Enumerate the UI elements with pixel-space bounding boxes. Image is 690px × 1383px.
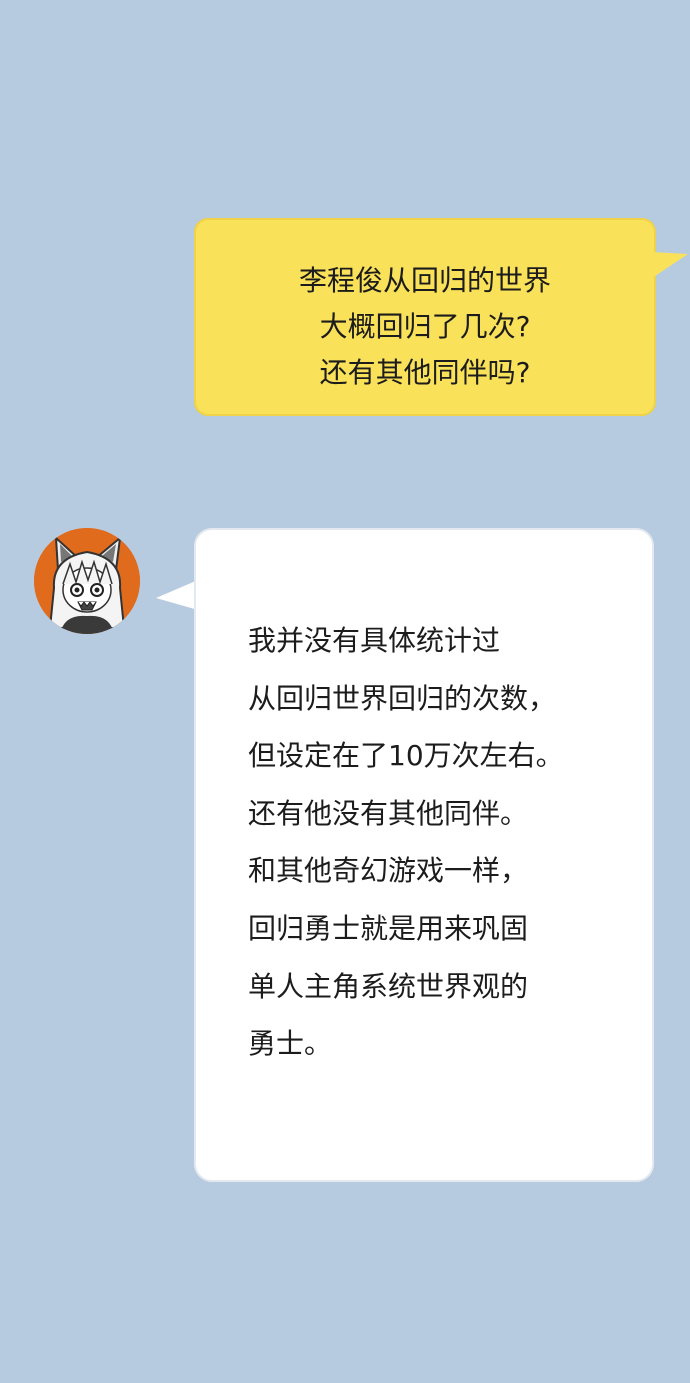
answer-bubble-tail <box>156 580 198 610</box>
question-bubble: 李程俊从回归的世界 大概回归了几次? 还有其他同伴吗? <box>194 218 656 416</box>
question-bubble-tail <box>652 252 688 278</box>
avatar <box>34 528 140 634</box>
question-text: 李程俊从回归的世界 大概回归了几次? 还有其他同伴吗? <box>298 264 551 389</box>
answer-text: 我并没有具体统计过 从回归世界回归的次数， 但设定在了10万次左右。 还有他没有… <box>248 624 564 1061</box>
answer-bubble: 我并没有具体统计过 从回归世界回归的次数， 但设定在了10万次左右。 还有他没有… <box>194 528 654 1182</box>
wolf-girl-avatar-icon <box>34 528 140 634</box>
